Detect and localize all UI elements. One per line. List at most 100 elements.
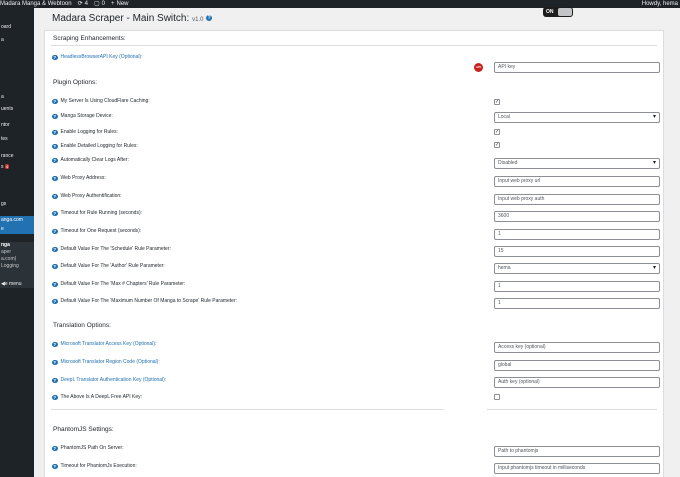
phantom-timeout-input[interactable]: Input phantomjs timeout in milliseconds [494,463,660,474]
help-icon[interactable]: ? [52,157,58,164]
help-icon[interactable]: ? [52,377,58,384]
submenu-label: a.com) [1,256,17,262]
ms-region-input[interactable]: global [494,360,660,371]
submenu-item-scraper[interactable]: aper a.com) [0,249,34,263]
sidebar-item-pages[interactable]: a [0,93,34,101]
author-value: hema [498,265,511,271]
logging-checkbox[interactable]: ✓ [494,129,500,135]
page-title: Madara Scraper - Main Switch: v1.0 ? [52,13,213,24]
row-ms-region: ? Microsoft Translator Region Code (Optio… [52,359,160,366]
updates-link[interactable]: ⟳ 4 [78,0,88,8]
row-deepl: ? DeepL Translator Authentication Key (Op… [52,377,166,384]
help-icon[interactable]: ? [52,445,58,452]
sidebar-item-monitor[interactable]: ntor [0,121,34,129]
help-icon[interactable]: ? [52,281,58,288]
help-icon[interactable]: ? [52,298,58,305]
help-icon[interactable]: ? [52,210,58,217]
cloudflare-label: My Server Is Using CloudFlare Caching: [60,98,150,104]
submenu-item-logging[interactable]: Logging [0,263,34,270]
sidebar-item-label: anga.com [1,217,23,223]
headless-label[interactable]: HeadlessBrowserAPI Key (Optional): [61,54,143,61]
ms-key-label[interactable]: Microsoft Translator Access Key (Optiona… [61,341,157,348]
updates-count: 4 [84,1,88,7]
headless-api-key-input[interactable]: API key [494,62,660,73]
collapse-label: e menu [4,281,22,287]
phantom-path-input[interactable]: Path to phantomjs [494,446,660,457]
timeout-request-label: Timeout for One Request (seconds): [60,228,142,234]
toggle-on-label: ON [546,9,554,15]
sidebar-item-media[interactable]: a [0,36,34,44]
row-ms-key: ? Microsoft Translator Access Key (Option… [52,341,156,348]
sidebar-item-dashboard[interactable]: oard [0,23,34,31]
help-icon[interactable]: ? [52,394,58,401]
help-icon[interactable]: ? [52,175,58,182]
collapse-menu-button[interactable]: ◀e menu [0,280,34,288]
site-name-link[interactable]: Madara Manga & Webtoon [0,0,72,8]
help-icon[interactable]: ? [52,193,58,200]
timeout-rule-input[interactable]: 3600 [494,211,660,222]
howdy-user[interactable]: Howdy, hema [642,0,678,8]
help-icon[interactable]: ? [52,463,58,470]
phantom-path-label: PhantomJS Path On Server: [60,445,124,451]
help-icon[interactable]: ? [52,143,58,150]
help-icon[interactable]: ? [52,341,58,348]
row-proxy: ? Web Proxy Address: [52,175,106,182]
proxy-input[interactable]: Input web proxy url [494,176,660,187]
sidebar-item-madara-scraper[interactable]: anga.com e [0,216,34,234]
deepl-input[interactable]: Auth key (optional) [494,377,660,388]
row-timeout-rule: ? Timeout for Rule Running (seconds): [52,210,142,217]
author-label: Default Value For The 'Author' Rule Para… [60,263,165,269]
sidebar-item-appearance[interactable]: rance [0,152,34,160]
help-icon[interactable]: ? [52,246,58,253]
comments-link[interactable]: ▢ 0 [94,0,105,8]
clear-logs-value: Disabled [498,160,518,166]
detailed-logging-label: Enable Detailed Logging for Rules: [60,143,138,149]
storage-select[interactable]: Local [494,112,660,123]
max-manga-input[interactable]: 1 [494,298,660,309]
row-clear-logs: ? Automatically Clear Logs After: [52,157,129,164]
sidebar-item-templates[interactable]: tes [0,135,34,143]
max-manga-label: Default Value For The 'Maximum Number Of… [60,298,238,304]
sidebar-item-plugins[interactable]: s 4 [0,163,34,171]
updates-icon: ⟳ [77,1,83,7]
comments-count: 0 [101,1,105,7]
max-chapters-input[interactable]: 1 [494,281,660,292]
storage-label: Manga Storage Device: [60,113,113,119]
help-icon[interactable]: ? [52,263,58,270]
new-content-link[interactable]: + New [111,0,129,8]
help-icon[interactable]: ? [52,359,58,366]
ms-key-input[interactable]: Access key (optional) [494,342,660,353]
max-chapters-label: Default Value For The 'Max # Chapters' R… [60,281,186,287]
row-storage: ? Manga Storage Device: [52,113,113,120]
help-icon[interactable]: ? [52,228,58,235]
deepl-free-checkbox[interactable] [494,394,500,400]
sidebar-item-settings[interactable]: gs [0,200,34,208]
help-icon[interactable]: ? [52,54,58,61]
help-icon[interactable]: ? [52,129,58,136]
clear-logs-select[interactable]: Disabled [494,158,660,169]
storage-value: Local [498,114,510,120]
proxy-auth-input[interactable]: Input web proxy auth [494,194,660,205]
sidebar-item-comments[interactable]: uents [0,105,34,113]
submenu-item-main[interactable]: nga [0,242,34,249]
toggle-knob [558,8,572,16]
version-label: v1.0 [192,17,204,23]
help-icon[interactable]: ? [206,15,213,22]
deepl-label[interactable]: DeepL Translator Authentication Key (Opt… [61,377,167,384]
row-timeout-request: ? Timeout for One Request (seconds): [52,228,141,235]
ms-region-label[interactable]: Microsoft Translator Region Code (Option… [61,359,160,366]
section-plugin: Plugin Options: [53,79,98,86]
detailed-logging-checkbox[interactable]: ✓ [494,142,500,148]
plus-icon: + [111,1,115,7]
main-switch-toggle[interactable]: ON [543,7,573,17]
proxy-auth-label: Web Proxy Authentification: [60,193,122,199]
section-translation: Translation Options: [53,322,111,329]
cloudflare-checkbox[interactable]: ✓ [494,99,500,105]
schedule-input[interactable]: 15 [494,246,660,257]
help-icon[interactable]: ? [52,98,58,105]
timeout-rule-label: Timeout for Rule Running (seconds): [60,210,143,216]
help-icon[interactable]: ? [52,113,58,120]
author-select[interactable]: hema [494,263,660,274]
timeout-request-input[interactable]: 1 [494,229,660,240]
sidebar-item-label: s [1,164,4,170]
